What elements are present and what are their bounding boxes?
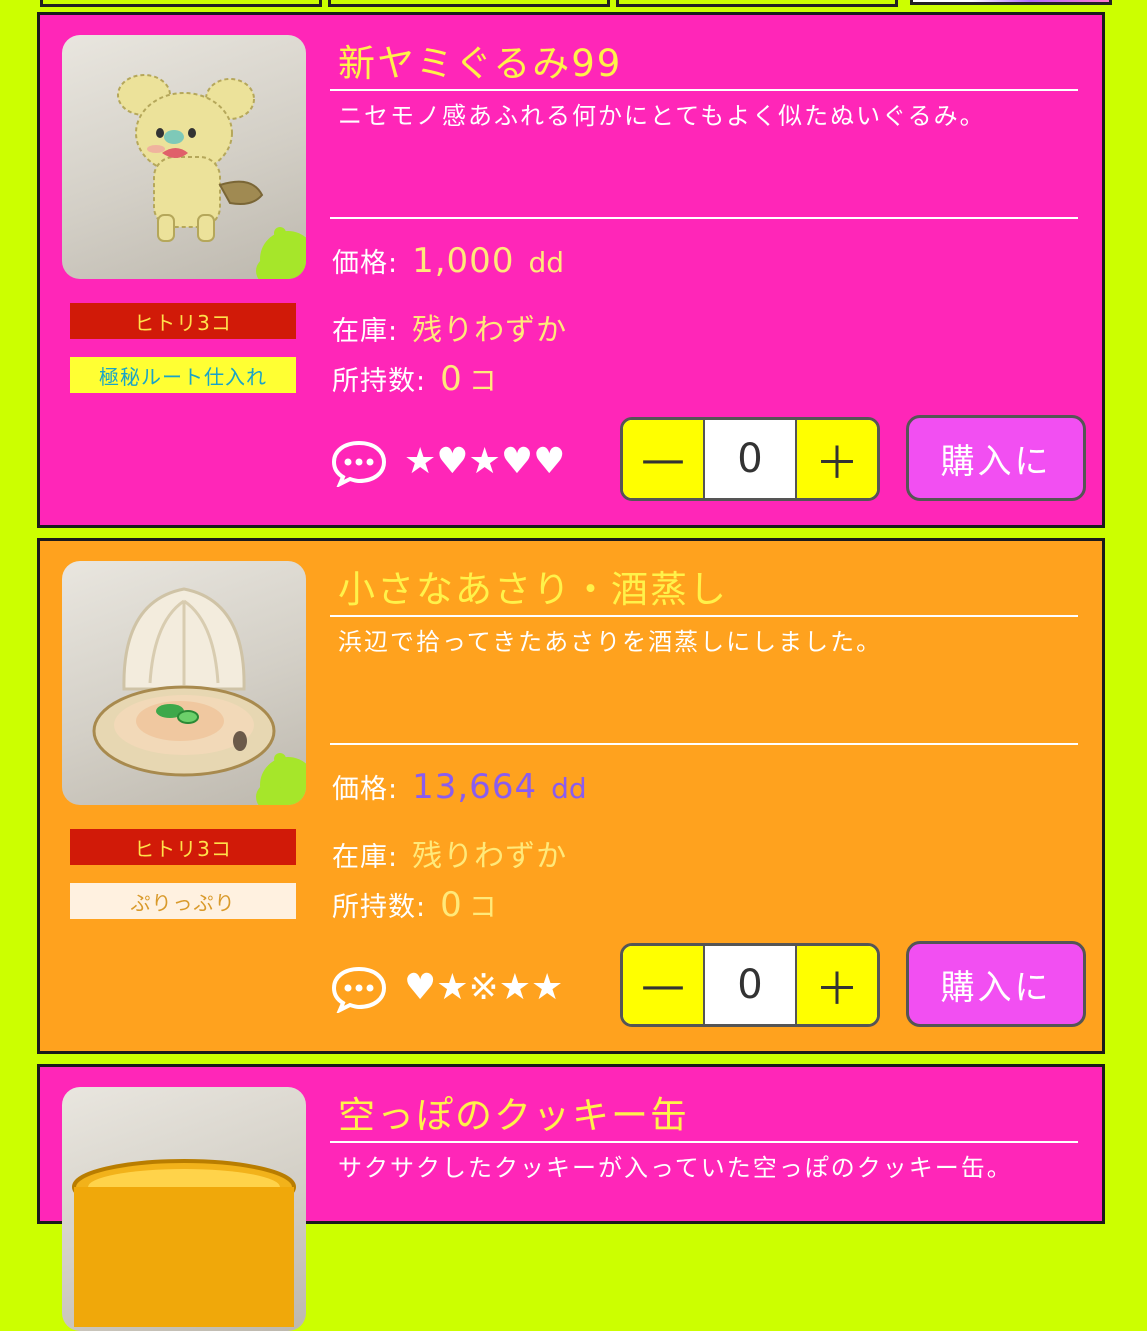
item-tag-badge: ぷりっぷり (70, 883, 296, 919)
decrement-button[interactable]: — (623, 420, 703, 498)
divider (330, 89, 1078, 91)
owned-unit: コ (468, 890, 497, 923)
product-card: ヒトリ3コ ぷりっぷり 小さなあさり・酒蒸し 浜辺で拾ってきたあさりを酒蒸しにし… (37, 538, 1105, 1054)
top-tab-2[interactable] (328, 0, 610, 7)
product-card: ヒトリ3コ 極秘ルート仕入れ 新ヤミぐるみ99 ニセモノ感あふれる何かにとてもよ… (37, 12, 1105, 528)
item-tag-badge: 極秘ルート仕入れ (70, 357, 296, 393)
quantity-value[interactable]: 0 (703, 946, 797, 1024)
quantity-stepper: — 0 ＋ (620, 943, 880, 1027)
price-label: 価格: (332, 774, 399, 805)
increment-button[interactable]: ＋ (797, 420, 877, 498)
divider (330, 615, 1078, 617)
owned-row: 所持数: 0 コ (332, 885, 497, 925)
owned-value: 0 (440, 359, 463, 399)
owned-unit: コ (468, 364, 497, 397)
owned-row: 所持数: 0 コ (332, 359, 497, 399)
decrement-button[interactable]: — (623, 946, 703, 1024)
plush-doll-icon (117, 74, 306, 279)
rating-symbols: ♥★※★★ (404, 967, 564, 1008)
clam-icon (92, 587, 306, 805)
purchase-limit-badge: ヒトリ3コ (70, 303, 296, 339)
product-description: サクサクしたクッキーが入っていた空っぽのクッキー缶。 (338, 1154, 1013, 1182)
top-tab-3[interactable] (616, 0, 898, 7)
price-row: 価格: 1,000 dd (332, 241, 564, 281)
stock-value: 残りわずか (412, 313, 568, 348)
comment-bubble-icon[interactable] (330, 439, 388, 487)
quantity-stepper: — 0 ＋ (620, 417, 880, 501)
cookie-tin-icon (72, 1159, 296, 1327)
top-tab-4[interactable] (910, 0, 1112, 5)
owned-value: 0 (440, 885, 463, 925)
product-image (62, 1087, 306, 1331)
stock-row: 在庫: 残りわずか (332, 831, 567, 875)
stock-label: 在庫: (332, 316, 399, 347)
comment-bubble-icon[interactable] (330, 965, 388, 1013)
owned-label: 所持数: (332, 366, 427, 397)
stock-value: 残りわずか (412, 839, 568, 874)
increment-button[interactable]: ＋ (797, 946, 877, 1024)
buy-button[interactable]: 購入に (906, 415, 1086, 501)
price-label: 価格: (332, 248, 399, 279)
purchase-limit-badge: ヒトリ3コ (70, 829, 296, 865)
stock-row: 在庫: 残りわずか (332, 305, 567, 349)
product-description: 浜辺で拾ってきたあさりを酒蒸しにしました。 (338, 628, 883, 656)
top-tab-1[interactable] (40, 0, 322, 7)
divider (330, 743, 1078, 745)
rating-symbols: ★♥★♥♥ (404, 441, 566, 482)
quantity-value[interactable]: 0 (703, 420, 797, 498)
product-description: ニセモノ感あふれる何かにとてもよく似たぬいぐるみ。 (338, 102, 986, 130)
product-image (62, 561, 306, 805)
price-row: 価格: 13,664 dd (332, 767, 587, 807)
divider (330, 1141, 1078, 1143)
product-image (62, 35, 306, 279)
top-tab-strip (0, 0, 1147, 12)
price-value: 1,000 (412, 241, 515, 281)
buy-button[interactable]: 購入に (906, 941, 1086, 1027)
product-card: 空っぽのクッキー缶 サクサクしたクッキーが入っていた空っぽのクッキー缶。 (37, 1064, 1105, 1331)
divider (330, 217, 1078, 219)
product-title: 空っぽのクッキー缶 (338, 1094, 689, 1137)
price-unit: dd (551, 772, 587, 805)
price-unit: dd (528, 246, 564, 279)
price-value: 13,664 (412, 767, 538, 807)
stock-label: 在庫: (332, 842, 399, 873)
owned-label: 所持数: (332, 892, 427, 923)
product-title: 新ヤミぐるみ99 (338, 42, 623, 85)
product-title: 小さなあさり・酒蒸し (338, 568, 728, 611)
